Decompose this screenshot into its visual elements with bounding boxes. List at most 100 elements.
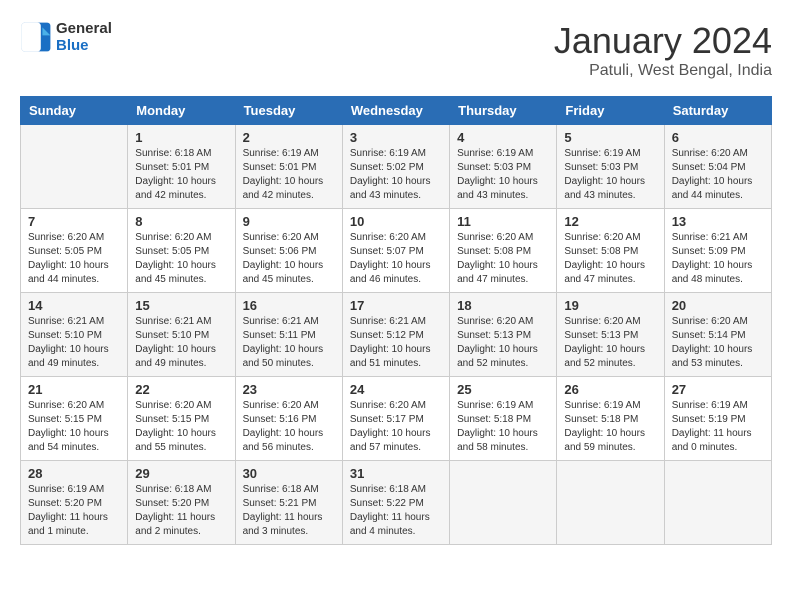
calendar-table: SundayMondayTuesdayWednesdayThursdayFrid… xyxy=(20,96,772,545)
calendar-cell: 15Sunrise: 6:21 AM Sunset: 5:10 PM Dayli… xyxy=(128,293,235,377)
calendar-cell: 24Sunrise: 6:20 AM Sunset: 5:17 PM Dayli… xyxy=(342,377,449,461)
day-number: 13 xyxy=(672,214,764,229)
week-row-4: 21Sunrise: 6:20 AM Sunset: 5:15 PM Dayli… xyxy=(21,377,772,461)
calendar-cell: 20 Sunrise: 6:20 AM Sunset: 5:14 PM Dayli… xyxy=(664,293,771,377)
day-info: Sunrise: 6:20 AM Sunset: 5:04 PM Dayligh… xyxy=(672,147,764,203)
title-block: January 2024 Patuli, West Bengal, India xyxy=(554,20,772,80)
day-info: Sunrise: 6:20 AM Sunset: 5:07 PM Dayligh… xyxy=(350,231,442,287)
calendar-cell: 12Sunrise: 6:20 AM Sunset: 5:08 PM Dayli… xyxy=(557,209,664,293)
day-info: Sunrise: 6:18 AM Sunset: 5:01 PM Dayligh… xyxy=(135,147,227,203)
day-info: Sunrise: 6:21 AM Sunset: 5:09 PM Dayligh… xyxy=(672,231,764,287)
calendar-cell: 23 Sunrise: 6:20 AM Sunset: 5:16 PM Dayli… xyxy=(235,377,342,461)
weekday-wednesday: Wednesday xyxy=(342,97,449,125)
calendar-cell: 6 Sunrise: 6:20 AM Sunset: 5:04 PM Daylig… xyxy=(664,125,771,209)
calendar-cell: 5 Sunrise: 6:19 AM Sunset: 5:03 PM Daylig… xyxy=(557,125,664,209)
day-info: Sunrise: 6:20 AM Sunset: 5:16 PM Dayligh… xyxy=(243,399,335,455)
calendar-cell: 4 Sunrise: 6:19 AM Sunset: 5:03 PM Daylig… xyxy=(450,125,557,209)
calendar-cell: 22Sunrise: 6:20 AM Sunset: 5:15 PM Dayli… xyxy=(128,377,235,461)
calendar-cell xyxy=(450,461,557,545)
weekday-header-row: SundayMondayTuesdayWednesdayThursdayFrid… xyxy=(21,97,772,125)
day-info: Sunrise: 6:19 AM Sunset: 5:03 PM Dayligh… xyxy=(457,147,549,203)
calendar-cell: 19 Sunrise: 6:20 AM Sunset: 5:13 PM Dayli… xyxy=(557,293,664,377)
calendar-cell: 11Sunrise: 6:20 AM Sunset: 5:08 PM Dayli… xyxy=(450,209,557,293)
day-info: Sunrise: 6:20 AM Sunset: 5:17 PM Dayligh… xyxy=(350,399,442,455)
day-info: Sunrise: 6:21 AM Sunset: 5:12 PM Dayligh… xyxy=(350,315,442,371)
day-number: 18 xyxy=(457,298,549,313)
day-info: Sunrise: 6:20 AM Sunset: 5:06 PM Dayligh… xyxy=(243,231,335,287)
day-info: Sunrise: 6:19 AM Sunset: 5:01 PM Dayligh… xyxy=(243,147,335,203)
day-info: Sunrise: 6:21 AM Sunset: 5:11 PM Dayligh… xyxy=(243,315,335,371)
day-info: Sunrise: 6:20 AM Sunset: 5:13 PM Dayligh… xyxy=(564,315,656,371)
day-number: 15 xyxy=(135,298,227,313)
day-number: 1 xyxy=(135,130,227,145)
day-number: 5 xyxy=(564,130,656,145)
day-number: 8 xyxy=(135,214,227,229)
weekday-tuesday: Tuesday xyxy=(235,97,342,125)
day-info: Sunrise: 6:18 AM Sunset: 5:20 PM Dayligh… xyxy=(135,483,227,539)
calendar-cell: 1 Sunrise: 6:18 AM Sunset: 5:01 PM Daylig… xyxy=(128,125,235,209)
day-number: 6 xyxy=(672,130,764,145)
day-info: Sunrise: 6:18 AM Sunset: 5:21 PM Dayligh… xyxy=(243,483,335,539)
calendar-cell: 16 Sunrise: 6:21 AM Sunset: 5:11 PM Dayli… xyxy=(235,293,342,377)
day-number: 4 xyxy=(457,130,549,145)
day-info: Sunrise: 6:20 AM Sunset: 5:08 PM Dayligh… xyxy=(457,231,549,287)
calendar-cell: 31Sunrise: 6:18 AM Sunset: 5:22 PM Dayli… xyxy=(342,461,449,545)
week-row-3: 14Sunrise: 6:21 AM Sunset: 5:10 PM Dayli… xyxy=(21,293,772,377)
day-info: Sunrise: 6:21 AM Sunset: 5:10 PM Dayligh… xyxy=(28,315,120,371)
calendar-cell xyxy=(664,461,771,545)
day-info: Sunrise: 6:20 AM Sunset: 5:13 PM Dayligh… xyxy=(457,315,549,371)
day-number: 17 xyxy=(350,298,442,313)
day-number: 22 xyxy=(135,382,227,397)
calendar-cell: 26Sunrise: 6:19 AM Sunset: 5:18 PM Dayli… xyxy=(557,377,664,461)
logo: General Blue xyxy=(20,20,112,54)
day-number: 23 xyxy=(243,382,335,397)
calendar-cell: 7 Sunrise: 6:20 AM Sunset: 5:05 PM Daylig… xyxy=(21,209,128,293)
weekday-monday: Monday xyxy=(128,97,235,125)
calendar-cell: 25 Sunrise: 6:19 AM Sunset: 5:18 PM Dayli… xyxy=(450,377,557,461)
weekday-friday: Friday xyxy=(557,97,664,125)
day-number: 7 xyxy=(28,214,120,229)
day-number: 25 xyxy=(457,382,549,397)
week-row-2: 7 Sunrise: 6:20 AM Sunset: 5:05 PM Daylig… xyxy=(21,209,772,293)
calendar-cell: 21Sunrise: 6:20 AM Sunset: 5:15 PM Dayli… xyxy=(21,377,128,461)
day-info: Sunrise: 6:20 AM Sunset: 5:15 PM Dayligh… xyxy=(28,399,120,455)
calendar-cell: 8 Sunrise: 6:20 AM Sunset: 5:05 PM Daylig… xyxy=(128,209,235,293)
calendar-cell: 27Sunrise: 6:19 AM Sunset: 5:19 PM Dayli… xyxy=(664,377,771,461)
week-row-5: 28Sunrise: 6:19 AM Sunset: 5:20 PM Dayli… xyxy=(21,461,772,545)
logo-text: General Blue xyxy=(56,20,112,54)
location-subtitle: Patuli, West Bengal, India xyxy=(554,62,772,80)
day-info: Sunrise: 6:19 AM Sunset: 5:18 PM Dayligh… xyxy=(564,399,656,455)
day-info: Sunrise: 6:20 AM Sunset: 5:05 PM Dayligh… xyxy=(28,231,120,287)
calendar-cell: 2 Sunrise: 6:19 AM Sunset: 5:01 PM Daylig… xyxy=(235,125,342,209)
day-number: 10 xyxy=(350,214,442,229)
day-number: 20 xyxy=(672,298,764,313)
day-number: 30 xyxy=(243,466,335,481)
calendar-cell: 13 Sunrise: 6:21 AM Sunset: 5:09 PM Dayli… xyxy=(664,209,771,293)
day-number: 16 xyxy=(243,298,335,313)
calendar-body: 1 Sunrise: 6:18 AM Sunset: 5:01 PM Daylig… xyxy=(21,125,772,545)
calendar-cell: 10 Sunrise: 6:20 AM Sunset: 5:07 PM Dayli… xyxy=(342,209,449,293)
day-number: 12 xyxy=(564,214,656,229)
day-number: 19 xyxy=(564,298,656,313)
page-header: General Blue January 2024 Patuli, West B… xyxy=(20,20,772,80)
day-number: 31 xyxy=(350,466,442,481)
day-info: Sunrise: 6:19 AM Sunset: 5:03 PM Dayligh… xyxy=(564,147,656,203)
day-number: 3 xyxy=(350,130,442,145)
day-number: 2 xyxy=(243,130,335,145)
day-info: Sunrise: 6:19 AM Sunset: 5:18 PM Dayligh… xyxy=(457,399,549,455)
week-row-1: 1 Sunrise: 6:18 AM Sunset: 5:01 PM Daylig… xyxy=(21,125,772,209)
calendar-cell xyxy=(21,125,128,209)
day-info: Sunrise: 6:19 AM Sunset: 5:19 PM Dayligh… xyxy=(672,399,764,455)
calendar-cell: 17 Sunrise: 6:21 AM Sunset: 5:12 PM Dayli… xyxy=(342,293,449,377)
calendar-cell: 14Sunrise: 6:21 AM Sunset: 5:10 PM Dayli… xyxy=(21,293,128,377)
calendar-cell: 3 Sunrise: 6:19 AM Sunset: 5:02 PM Daylig… xyxy=(342,125,449,209)
calendar-cell: 29Sunrise: 6:18 AM Sunset: 5:20 PM Dayli… xyxy=(128,461,235,545)
day-info: Sunrise: 6:19 AM Sunset: 5:02 PM Dayligh… xyxy=(350,147,442,203)
calendar-cell: 30 Sunrise: 6:18 AM Sunset: 5:21 PM Dayli… xyxy=(235,461,342,545)
logo-icon xyxy=(20,21,52,53)
calendar-cell: 9Sunrise: 6:20 AM Sunset: 5:06 PM Daylig… xyxy=(235,209,342,293)
weekday-thursday: Thursday xyxy=(450,97,557,125)
day-info: Sunrise: 6:20 AM Sunset: 5:05 PM Dayligh… xyxy=(135,231,227,287)
weekday-sunday: Sunday xyxy=(21,97,128,125)
day-info: Sunrise: 6:20 AM Sunset: 5:14 PM Dayligh… xyxy=(672,315,764,371)
